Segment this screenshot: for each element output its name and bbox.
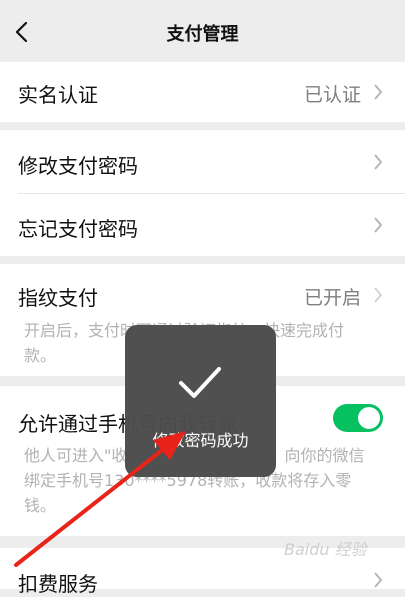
- chevron-right-icon: [374, 287, 383, 303]
- success-toast: 修改密码成功: [125, 325, 276, 477]
- chevron-right-icon: [374, 572, 383, 588]
- toast-message: 修改密码成功: [152, 431, 249, 450]
- fingerprint-status: 已开启: [303, 287, 361, 309]
- page-title: 支付管理: [166, 24, 239, 45]
- forgot-password-label: 忘记支付密码: [18, 217, 138, 241]
- phone-transfer-toggle[interactable]: [333, 404, 383, 432]
- chevron-right-icon: [374, 154, 383, 170]
- chevron-right-icon: [374, 84, 383, 100]
- deduction-label: 扣费服务: [18, 572, 98, 596]
- password-group: 修改支付密码 忘记支付密码: [0, 130, 405, 256]
- toggle-knob: [358, 407, 380, 429]
- fingerprint-label: 指纹支付: [18, 286, 98, 310]
- change-password-label: 修改支付密码: [18, 154, 138, 178]
- change-password-row[interactable]: 修改支付密码: [0, 130, 405, 193]
- realname-row[interactable]: 实名认证 已认证: [0, 62, 405, 122]
- nav-bar: 支付管理: [0, 0, 405, 62]
- realname-label: 实名认证: [18, 83, 98, 107]
- fingerprint-row[interactable]: 指纹支付 已开启: [0, 264, 405, 320]
- forgot-password-row[interactable]: 忘记支付密码: [0, 194, 405, 256]
- chevron-right-icon: [374, 217, 383, 233]
- realname-group: 实名认证 已认证: [0, 62, 405, 122]
- checkmark-icon: [179, 367, 221, 398]
- realname-status: 已认证: [303, 84, 361, 106]
- watermark: Baidu 经验: [284, 540, 367, 559]
